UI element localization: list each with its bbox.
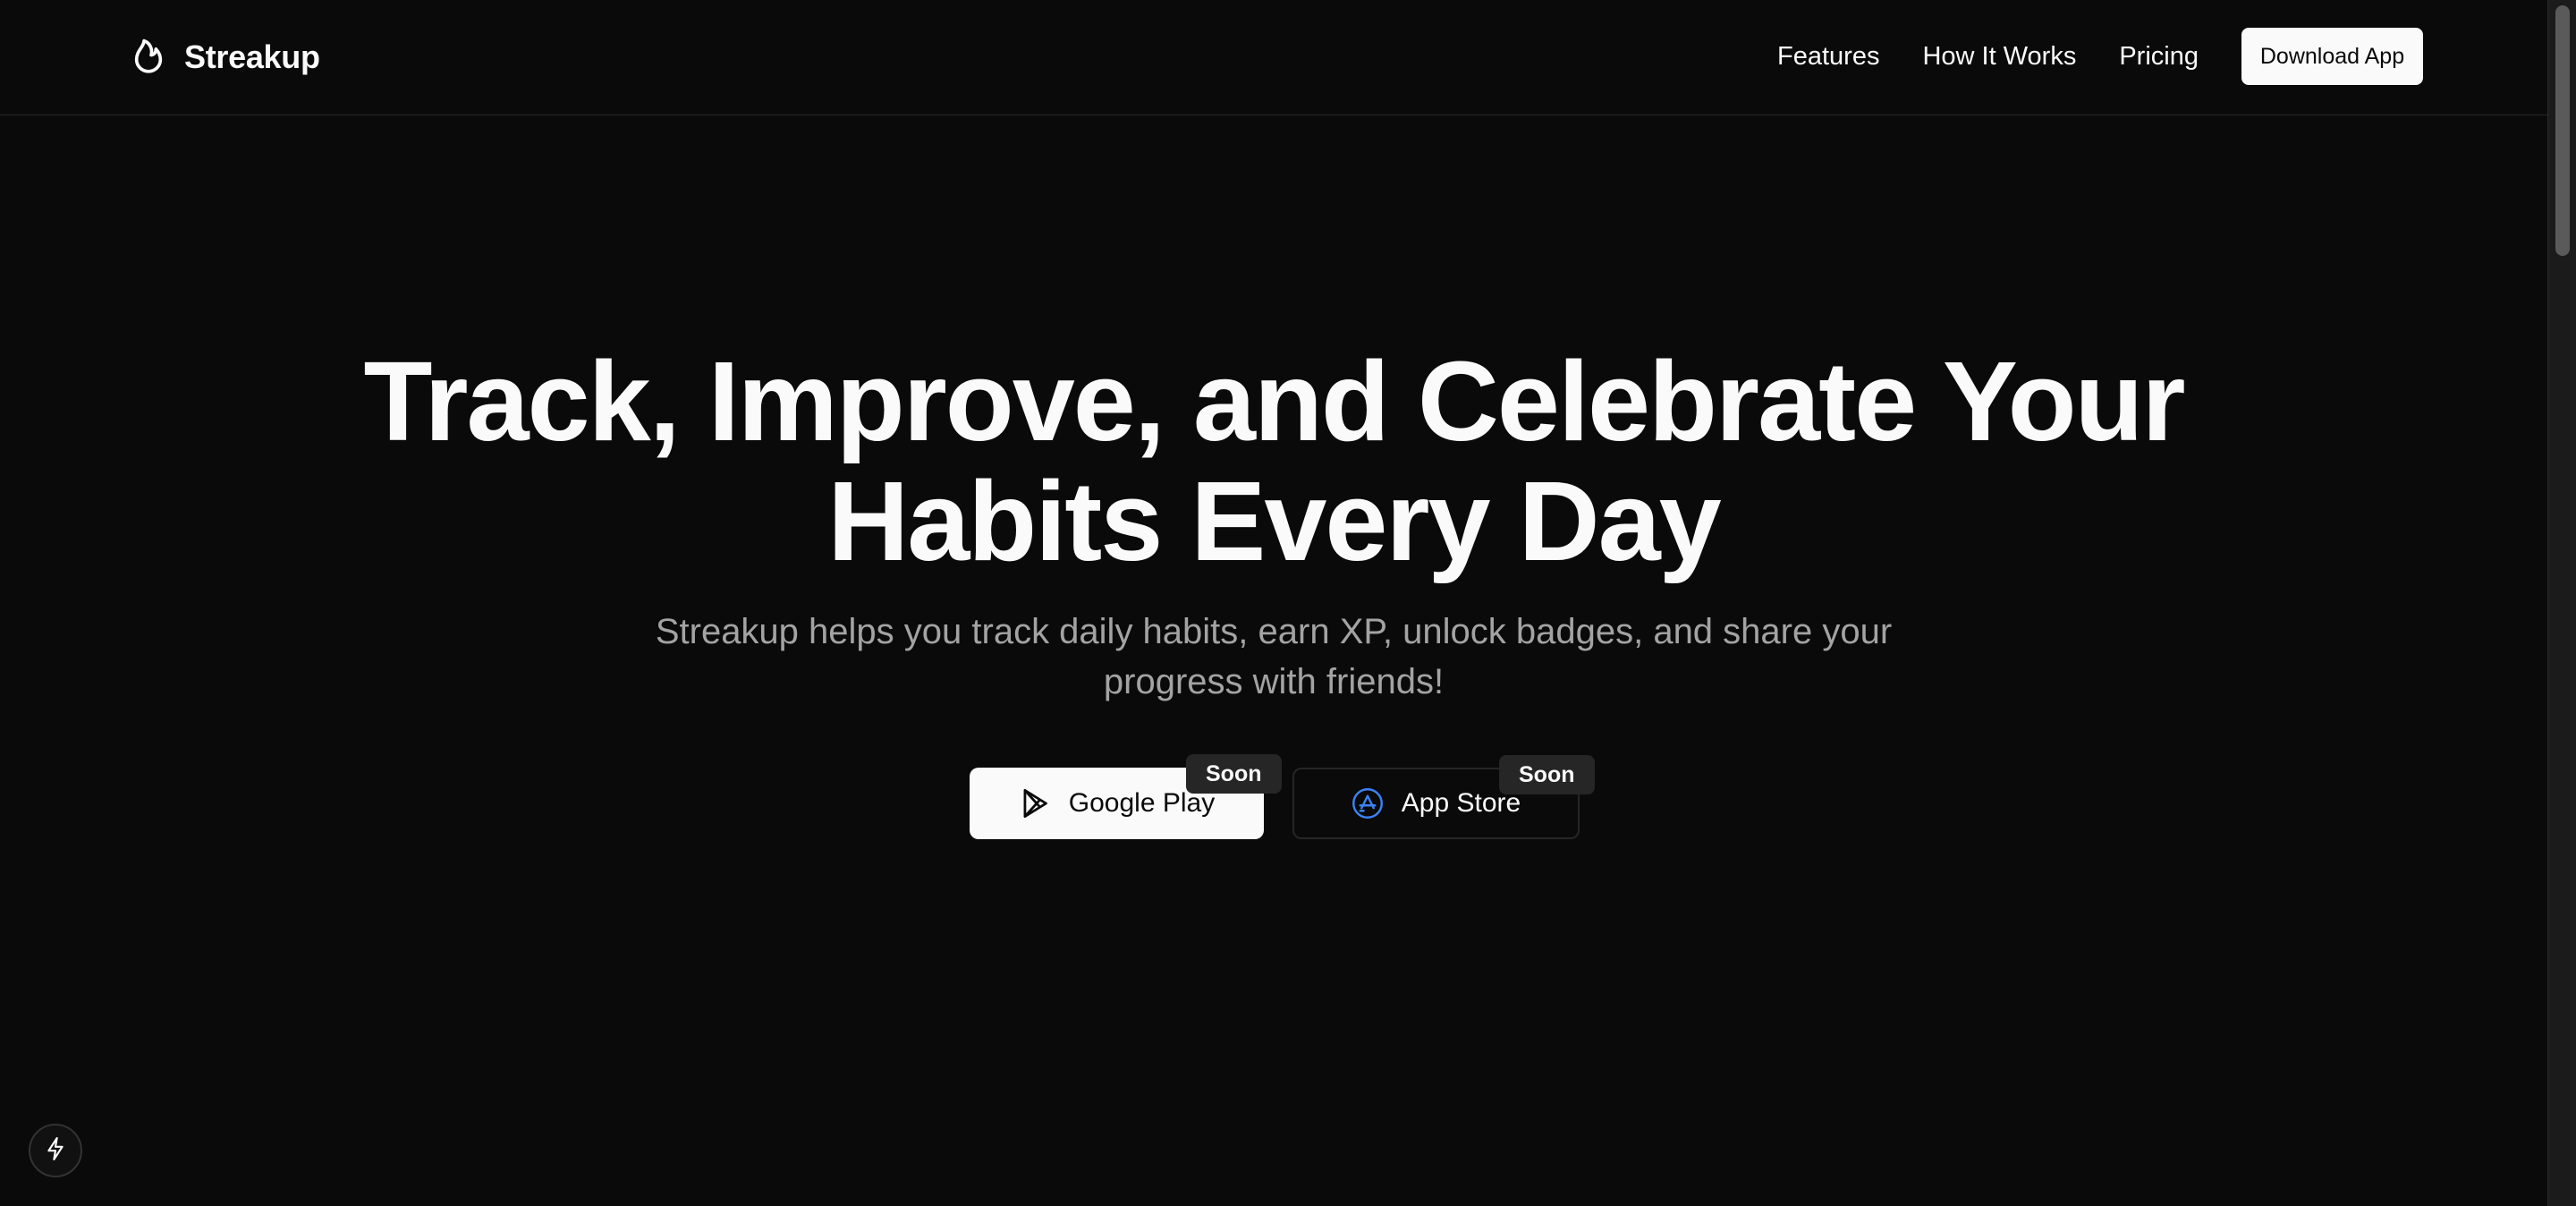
hero-title-line-2: Habits Every Day [827, 458, 1722, 584]
hero-subtitle-line-1: Streakup helps you track daily habits, e… [655, 612, 1893, 651]
page-scrollbar[interactable] [2547, 0, 2576, 1206]
hero-subtitle: Streakup helps you track daily habits, e… [0, 607, 2547, 707]
nav-link-how-it-works[interactable]: How It Works [1922, 42, 2076, 72]
flame-icon [131, 38, 166, 77]
quick-action-button[interactable] [29, 1124, 82, 1177]
app-store-soon-badge: Soon [1499, 755, 1595, 794]
google-play-icon [1019, 787, 1051, 820]
hero-title: Track, Improve, and Celebrate Your Habit… [0, 342, 2547, 582]
app-store-icon [1352, 787, 1384, 820]
nav-link-features[interactable]: Features [1777, 42, 1879, 72]
lightning-icon [44, 1135, 67, 1167]
scrollbar-thumb[interactable] [2555, 5, 2570, 256]
nav-link-pricing[interactable]: Pricing [2119, 42, 2199, 72]
hero-subtitle-line-2: progress with friends! [1103, 662, 1445, 701]
download-app-button[interactable]: Download App [2241, 28, 2423, 85]
top-nav: Streakup Features How It Works Pricing D… [0, 0, 2547, 115]
nav-links: Features How It Works Pricing Download A… [1777, 28, 2423, 85]
landing-page: Streakup Features How It Works Pricing D… [0, 0, 2547, 1206]
brand-logo[interactable]: Streakup [131, 36, 320, 79]
brand-name: Streakup [184, 38, 320, 75]
hero-title-line-1: Track, Improve, and Celebrate Your [363, 338, 2185, 464]
google-play-soon-badge: Soon [1186, 754, 1282, 794]
